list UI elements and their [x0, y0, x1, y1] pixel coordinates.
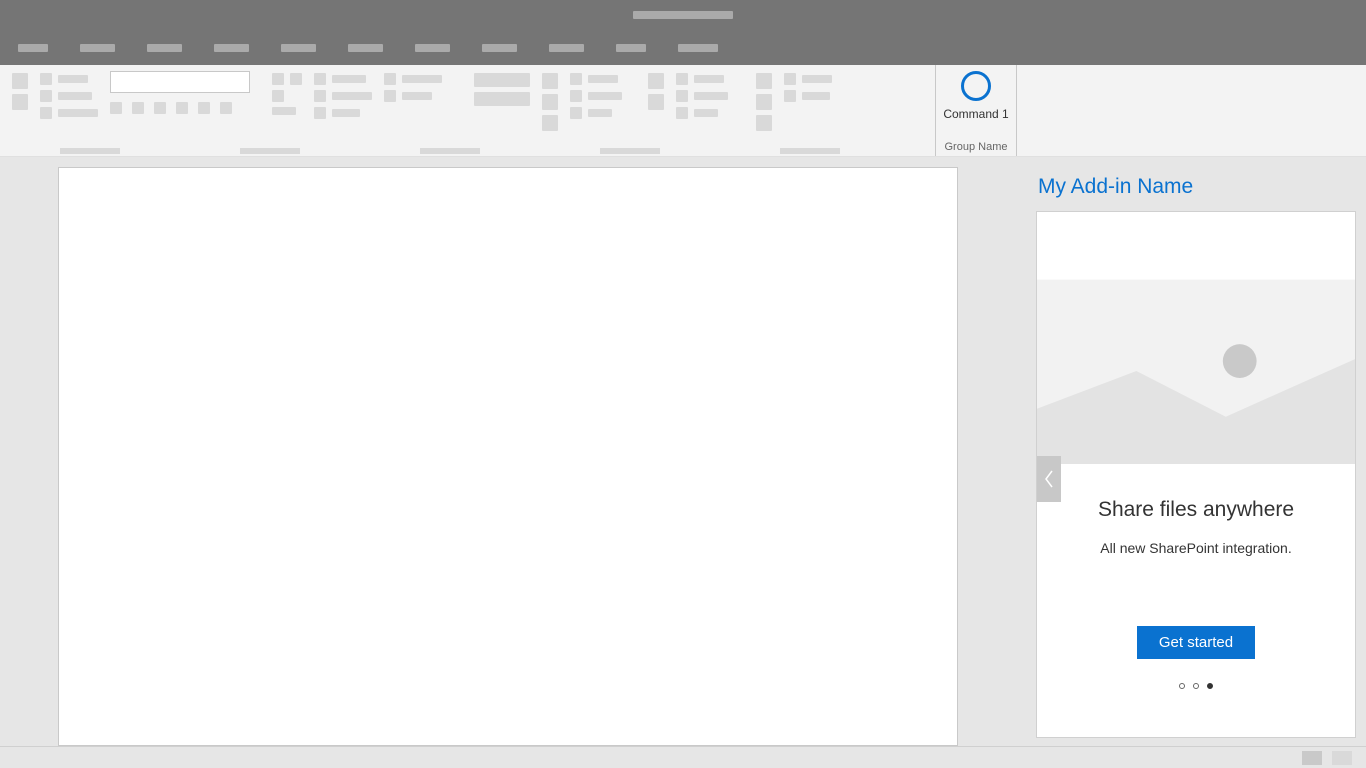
get-started-button[interactable]: Get started: [1137, 626, 1255, 659]
ribbon-tab[interactable]: [415, 44, 450, 52]
ribbon-tab[interactable]: [549, 44, 584, 52]
ribbon-tab[interactable]: [281, 44, 316, 52]
ribbon-tab[interactable]: [80, 44, 115, 52]
carousel-dot-0[interactable]: [1179, 683, 1185, 689]
ribbon-tab[interactable]: [616, 44, 646, 52]
card-subheading: All new SharePoint integration.: [1100, 540, 1291, 556]
ribbon-tab[interactable]: [18, 44, 48, 52]
command1-icon[interactable]: [961, 71, 991, 101]
ribbon-command-group: Command 1 Group Name: [935, 65, 1017, 156]
ribbon-tab[interactable]: [482, 44, 517, 52]
task-pane: My Add-in Name Share files anywhere: [1016, 157, 1366, 746]
ribbon-tab[interactable]: [678, 44, 718, 52]
carousel-dot-2[interactable]: [1207, 683, 1213, 689]
window-titlebar: [0, 0, 1366, 30]
workspace: My Add-in Name Share files anywhere: [0, 157, 1366, 746]
ribbon-font-input[interactable]: [110, 71, 250, 93]
status-bar: [0, 746, 1366, 768]
taskpane-title: My Add-in Name: [1038, 175, 1356, 199]
command-group-name: Group Name: [936, 141, 1016, 153]
ribbon-tab[interactable]: [147, 44, 182, 52]
addin-card: Share files anywhere All new SharePoint …: [1036, 211, 1356, 738]
card-hero: [1037, 212, 1355, 466]
command1-label[interactable]: Command 1: [943, 107, 1008, 121]
ribbon-tabstrip: [0, 30, 1366, 65]
ribbon-tab[interactable]: [214, 44, 249, 52]
title-placeholder: [633, 11, 733, 19]
carousel-dots: [1179, 683, 1213, 689]
card-heading: Share files anywhere: [1098, 498, 1294, 522]
view-mode-button[interactable]: [1332, 751, 1352, 765]
ribbon-tab[interactable]: [348, 44, 383, 52]
document-canvas[interactable]: [58, 167, 958, 746]
view-mode-button[interactable]: [1302, 751, 1322, 765]
ribbon: Command 1 Group Name: [0, 65, 1366, 157]
carousel-prev-button[interactable]: [1037, 456, 1061, 502]
carousel-dot-1[interactable]: [1193, 683, 1199, 689]
